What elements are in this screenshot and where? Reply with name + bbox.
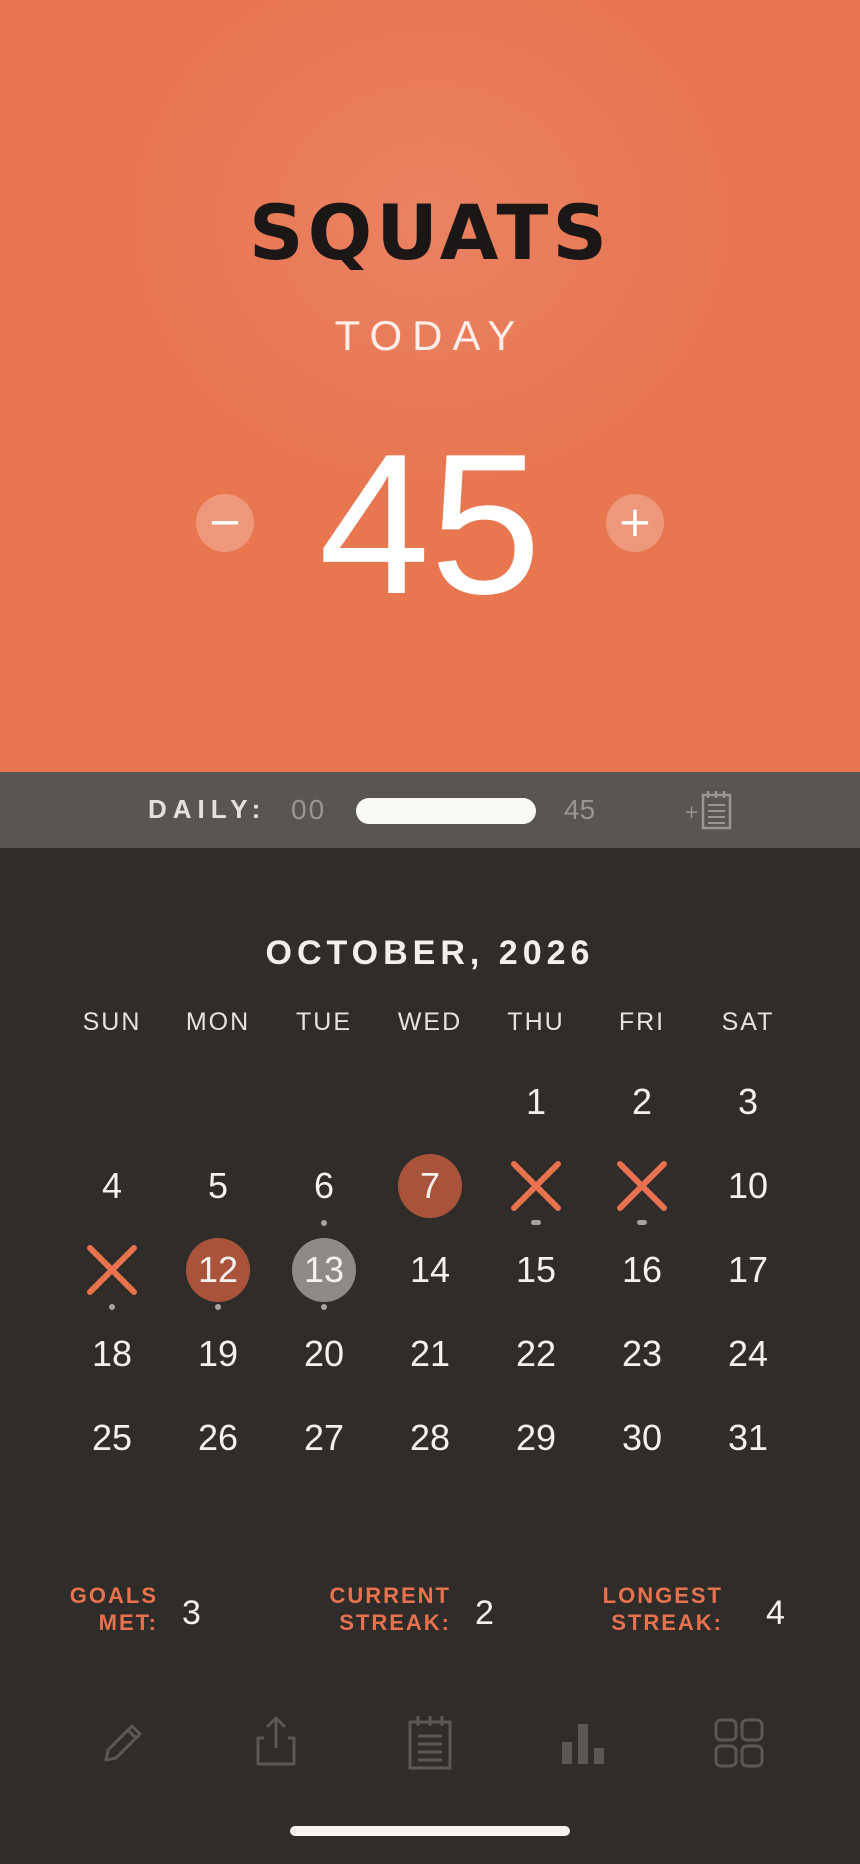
weekday-header: SUN MON TUE WED THU FRI SAT — [0, 1008, 860, 1042]
calendar-day-16[interactable]: 16 — [610, 1238, 674, 1302]
weekday-fri: FRI — [618, 1008, 666, 1036]
activity-dot — [215, 1304, 221, 1310]
weekday-sun: SUN — [82, 1008, 142, 1036]
weekday-mon: MON — [185, 1008, 251, 1036]
calendar-day-9-missed[interactable] — [610, 1154, 674, 1218]
calendar-grid: 1 2 3 4 5 6 7 10 12 13 14 15 16 17 18 19 20 21 22 23 24 25 26 2… — [0, 1060, 860, 1480]
calendar-day-22[interactable]: 22 — [504, 1322, 568, 1386]
calendar-day-23[interactable]: 23 — [610, 1322, 674, 1386]
daily-progress-track[interactable] — [356, 798, 536, 824]
edit-icon[interactable] — [94, 1712, 154, 1772]
increment-button[interactable]: + — [606, 494, 664, 552]
calendar-day-15[interactable]: 15 — [504, 1238, 568, 1302]
calendar-day-30[interactable]: 30 — [610, 1406, 674, 1470]
home-indicator[interactable] — [290, 1826, 570, 1836]
activity-dot — [637, 1220, 647, 1225]
calendar-day-5[interactable]: 5 — [186, 1154, 250, 1218]
share-icon[interactable] — [246, 1712, 306, 1772]
stats-icon[interactable] — [554, 1712, 614, 1772]
calendar-day-6[interactable]: 6 — [292, 1154, 356, 1218]
calendar-day-8-missed[interactable] — [504, 1154, 568, 1218]
calendar-day-27[interactable]: 27 — [292, 1406, 356, 1470]
rep-count[interactable]: 45 — [280, 420, 580, 630]
calendar-day-2[interactable]: 2 — [610, 1070, 674, 1134]
period-label: TODAY — [334, 312, 526, 359]
current-streak-value: 2 — [475, 1594, 494, 1632]
calendar-day-28[interactable]: 28 — [398, 1406, 462, 1470]
longest-streak-label: LONGEST STREAK: — [602, 1583, 723, 1635]
calendar-day-18[interactable]: 18 — [80, 1322, 144, 1386]
add-note-icon[interactable]: + — [680, 788, 740, 832]
goals-met-label: GOALS MET: — [69, 1583, 158, 1635]
calendar-day-17[interactable]: 17 — [716, 1238, 780, 1302]
activity-dot — [531, 1220, 541, 1225]
calendar-day-1[interactable]: 1 — [504, 1070, 568, 1134]
current-streak-label: CURRENT STREAK: — [329, 1583, 451, 1635]
grid-icon[interactable] — [708, 1712, 768, 1772]
calendar-day-13[interactable]: 13 — [292, 1238, 356, 1302]
calendar-month-title[interactable]: OCTOBER, 2026 — [0, 934, 860, 973]
goals-met-value: 3 — [182, 1594, 201, 1632]
calendar-day-4[interactable]: 4 — [80, 1154, 144, 1218]
calendar-day-20[interactable]: 20 — [292, 1322, 356, 1386]
calendar-day-29[interactable]: 29 — [504, 1406, 568, 1470]
tab-bar — [0, 1712, 860, 1772]
exercise-title: SQUATS — [248, 188, 612, 277]
log-icon[interactable] — [400, 1712, 460, 1772]
goals-met-stat: GOALS MET: 3 — [60, 1582, 260, 1642]
calendar-day-24[interactable]: 24 — [716, 1322, 780, 1386]
longest-streak-stat: LONGEST STREAK: 4 — [580, 1582, 800, 1642]
calendar-day-21[interactable]: 21 — [398, 1322, 462, 1386]
calendar-day-10[interactable]: 10 — [716, 1154, 780, 1218]
calendar-day-26[interactable]: 26 — [186, 1406, 250, 1470]
activity-dot — [321, 1304, 327, 1310]
daily-start-value: 00 — [291, 794, 327, 825]
daily-progress-fill — [356, 798, 536, 824]
daily-goal-bar: DAILY: 00 45 + — [0, 772, 860, 848]
weekday-wed: WED — [397, 1008, 463, 1036]
calendar-day-31[interactable]: 31 — [716, 1406, 780, 1470]
decrement-button[interactable]: − — [196, 494, 254, 552]
hero-panel: SQUATS TODAY − 45 + — [0, 0, 860, 772]
calendar-day-3[interactable]: 3 — [716, 1070, 780, 1134]
calendar-day-12[interactable]: 12 — [186, 1238, 250, 1302]
weekday-tue: TUE — [296, 1008, 352, 1036]
daily-label: DAILY: — [148, 794, 267, 824]
activity-dot — [109, 1304, 115, 1310]
calendar-day-19[interactable]: 19 — [186, 1322, 250, 1386]
calendar-day-14[interactable]: 14 — [398, 1238, 462, 1302]
daily-goal-value[interactable]: 45 — [564, 794, 595, 826]
calendar-day-7[interactable]: 7 — [398, 1154, 462, 1218]
activity-dot — [321, 1220, 327, 1226]
calendar-day-25[interactable]: 25 — [80, 1406, 144, 1470]
calendar-day-11-missed[interactable] — [80, 1238, 144, 1302]
longest-streak-value: 4 — [766, 1594, 785, 1632]
current-streak-stat: CURRENT STREAK: 2 — [300, 1582, 520, 1642]
weekday-sat: SAT — [721, 1008, 775, 1036]
weekday-thu: THU — [507, 1008, 565, 1036]
svg-text:+: + — [684, 802, 699, 823]
